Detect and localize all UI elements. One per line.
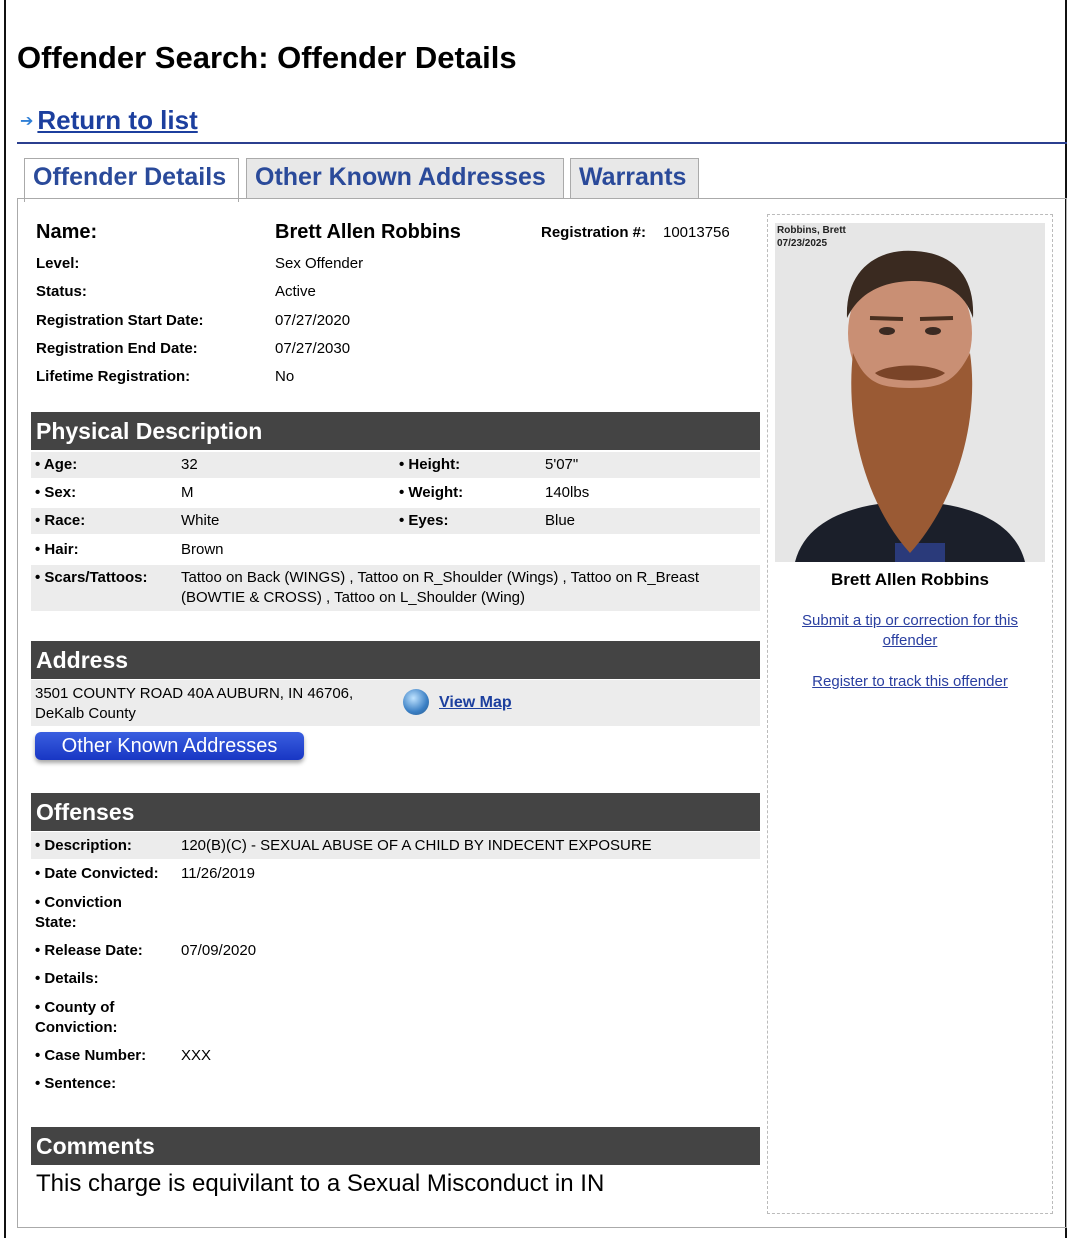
tab-offender-details[interactable]: Offender Details bbox=[24, 158, 239, 202]
height-label: • Height: bbox=[399, 456, 461, 473]
details-label: • Details: bbox=[35, 970, 99, 987]
photo-caption-date: 07/23/2025 bbox=[777, 238, 828, 249]
race-label: • Race: bbox=[35, 512, 86, 529]
release-date-value: 07/09/2020 bbox=[181, 942, 257, 959]
comment-text: This charge is equivilant to a Sexual Mi… bbox=[36, 1170, 605, 1197]
return-link[interactable]: Return to list bbox=[37, 105, 197, 136]
eyes-value: Blue bbox=[545, 512, 576, 529]
race-value: White bbox=[181, 512, 220, 529]
portrait-image bbox=[775, 223, 1045, 562]
address-header: Address bbox=[31, 641, 760, 679]
divider bbox=[17, 142, 1067, 144]
offenses-header: Offenses bbox=[31, 793, 760, 831]
address-line2: DeKalb County bbox=[35, 705, 136, 722]
conviction-state-label-2: State: bbox=[35, 914, 77, 931]
hair-value: Brown bbox=[181, 541, 224, 558]
county-label: • County of bbox=[35, 999, 115, 1016]
status-value: Active bbox=[275, 283, 316, 300]
weight-label: • Weight: bbox=[399, 484, 464, 501]
eyes-label: • Eyes: bbox=[399, 512, 449, 529]
sex-value: M bbox=[181, 484, 194, 501]
case-number-label: • Case Number: bbox=[35, 1047, 147, 1064]
reg-end-value: 07/27/2030 bbox=[275, 340, 351, 357]
lifetime-label: Lifetime Registration: bbox=[36, 368, 191, 385]
tab-other-known-addresses[interactable]: Other Known Addresses bbox=[246, 158, 564, 199]
age-value: 32 bbox=[181, 456, 198, 473]
photo-caption-name: Robbins, Brett bbox=[777, 225, 846, 236]
address-line1: 3501 COUNTY ROAD 40A AUBURN, IN 46706, bbox=[35, 685, 354, 702]
submit-tip-link[interactable]: Submit a tip or correction for this offe… bbox=[785, 611, 1035, 651]
scars-label: • Scars/Tattoos: bbox=[35, 569, 148, 586]
submit-tip-link-line2[interactable]: offender bbox=[785, 631, 1035, 651]
sentence-label: • Sentence: bbox=[35, 1075, 117, 1092]
physical-header: Physical Description bbox=[31, 412, 760, 450]
registration-number: 10013756 bbox=[663, 224, 730, 241]
age-label: • Age: bbox=[35, 456, 78, 473]
globe-icon[interactable] bbox=[403, 689, 429, 715]
status-label: Status: bbox=[36, 283, 87, 300]
other-known-addresses-button[interactable]: Other Known Addresses bbox=[35, 732, 304, 760]
county-label-2: Conviction: bbox=[35, 1019, 118, 1036]
tab-warrants[interactable]: Warrants bbox=[570, 158, 699, 199]
back-arrow-icon: ➔ bbox=[20, 112, 34, 130]
sidebar-offender-name: Brett Allen Robbins bbox=[830, 570, 990, 589]
conviction-state-label: • Conviction bbox=[35, 894, 122, 911]
description-label: • Description: bbox=[35, 837, 132, 854]
sex-label: • Sex: bbox=[35, 484, 77, 501]
submit-tip-link-line1[interactable]: Submit a tip or correction for this bbox=[785, 611, 1035, 631]
register-track-link[interactable]: Register to track this offender bbox=[785, 672, 1035, 692]
weight-value: 140lbs bbox=[545, 484, 590, 501]
return-to-list[interactable]: ➔ Return to list bbox=[20, 105, 198, 136]
scars-value-line1: Tattoo on Back (WINGS) , Tattoo on R_Sho… bbox=[181, 569, 700, 586]
row-stripe bbox=[31, 452, 760, 478]
date-convicted-value: 11/26/2019 bbox=[181, 865, 255, 882]
lifetime-value: No bbox=[275, 368, 295, 385]
reg-start-value: 07/27/2020 bbox=[275, 312, 351, 329]
height-value: 5'07" bbox=[545, 456, 579, 473]
reg-end-label: Registration End Date: bbox=[36, 340, 198, 357]
view-map-link[interactable]: View Map bbox=[439, 694, 512, 712]
offender-name: Brett Allen Robbins bbox=[275, 221, 461, 243]
release-date-label: • Release Date: bbox=[35, 942, 143, 959]
description-value: 120(B)(C) - SEXUAL ABUSE OF A CHILD BY I… bbox=[181, 837, 652, 854]
level-value: Sex Offender bbox=[275, 255, 364, 272]
registration-label: Registration #: bbox=[541, 224, 647, 241]
reg-start-label: Registration Start Date: bbox=[36, 312, 204, 329]
level-label: Level: bbox=[36, 255, 80, 272]
case-number-value: XXX bbox=[181, 1047, 212, 1064]
offender-photo: Robbins, Brett 07/23/2025 bbox=[775, 223, 1045, 562]
date-convicted-label: • Date Convicted: bbox=[35, 865, 159, 882]
scars-value-line2: (BOWTIE & CROSS) , Tattoo on L_Shoulder … bbox=[181, 589, 526, 606]
row-stripe bbox=[31, 508, 760, 534]
name-label: Name: bbox=[36, 221, 98, 243]
hair-label: • Hair: bbox=[35, 541, 79, 558]
page-title: Offender Search: Offender Details bbox=[17, 40, 517, 75]
comments-header: Comments bbox=[31, 1127, 760, 1165]
